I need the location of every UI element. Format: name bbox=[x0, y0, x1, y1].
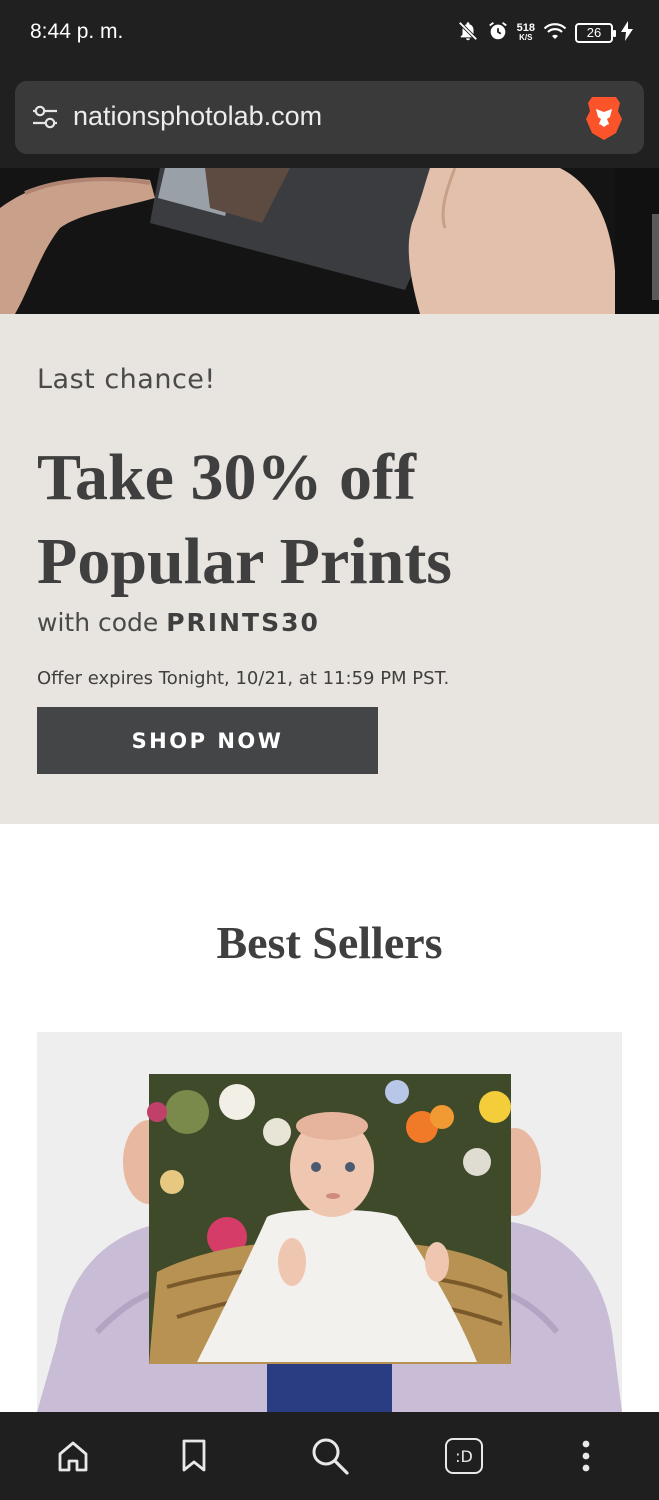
tab-switcher-label: :D bbox=[445, 1438, 483, 1474]
product-image bbox=[37, 1032, 622, 1412]
promo-code-prefix: with code bbox=[37, 608, 167, 637]
status-time: 8:44 p. m. bbox=[30, 20, 124, 43]
shop-now-button[interactable]: SHOP NOW bbox=[37, 707, 378, 774]
hero-image bbox=[0, 168, 659, 314]
tune-icon[interactable] bbox=[31, 104, 59, 134]
brave-lion-icon[interactable] bbox=[584, 95, 624, 145]
address-bar[interactable]: nationsphotolab.com bbox=[15, 81, 644, 154]
battery-icon: 26 bbox=[575, 23, 616, 43]
notifications-off-icon bbox=[457, 20, 479, 46]
scroll-indicator[interactable] bbox=[652, 214, 659, 300]
best-seller-product-card[interactable] bbox=[37, 1032, 622, 1412]
promo-code: PRINTS30 bbox=[166, 608, 320, 637]
more-options-icon[interactable] bbox=[564, 1434, 608, 1478]
bookmark-icon[interactable] bbox=[172, 1434, 216, 1478]
home-icon[interactable] bbox=[51, 1434, 95, 1478]
promo-headline: Take 30% off Popular Prints bbox=[37, 436, 637, 604]
promo-headline-line1: Take 30% off bbox=[37, 441, 416, 514]
tab-switcher-icon[interactable]: :D bbox=[442, 1434, 486, 1478]
status-bar: 8:44 p. m. 518 K/S 26 bbox=[0, 0, 659, 66]
best-sellers-title: Best Sellers bbox=[216, 917, 443, 968]
bottom-navigation: :D bbox=[0, 1412, 659, 1500]
charging-bolt-icon bbox=[621, 21, 633, 45]
wifi-icon bbox=[543, 21, 567, 45]
status-icons: 518 K/S 26 bbox=[457, 18, 633, 48]
promo-expiry: Offer expires Tonight, 10/21, at 11:59 P… bbox=[37, 668, 450, 689]
alarm-icon bbox=[487, 20, 509, 46]
promo-eyebrow: Last chance! bbox=[37, 364, 216, 395]
network-speed: 518 K/S bbox=[517, 23, 535, 43]
url-text[interactable]: nationsphotolab.com bbox=[73, 101, 322, 132]
browser-toolbar: nationsphotolab.com bbox=[0, 66, 659, 168]
search-icon[interactable] bbox=[308, 1434, 352, 1478]
promo-banner: Last chance! Take 30% off Popular Prints… bbox=[0, 314, 659, 824]
network-speed-value: 518 bbox=[516, 22, 535, 34]
network-speed-unit: K/S bbox=[519, 33, 533, 42]
promo-headline-line2: Popular Prints bbox=[37, 525, 452, 598]
promo-code-line: with code PRINTS30 bbox=[37, 608, 320, 637]
